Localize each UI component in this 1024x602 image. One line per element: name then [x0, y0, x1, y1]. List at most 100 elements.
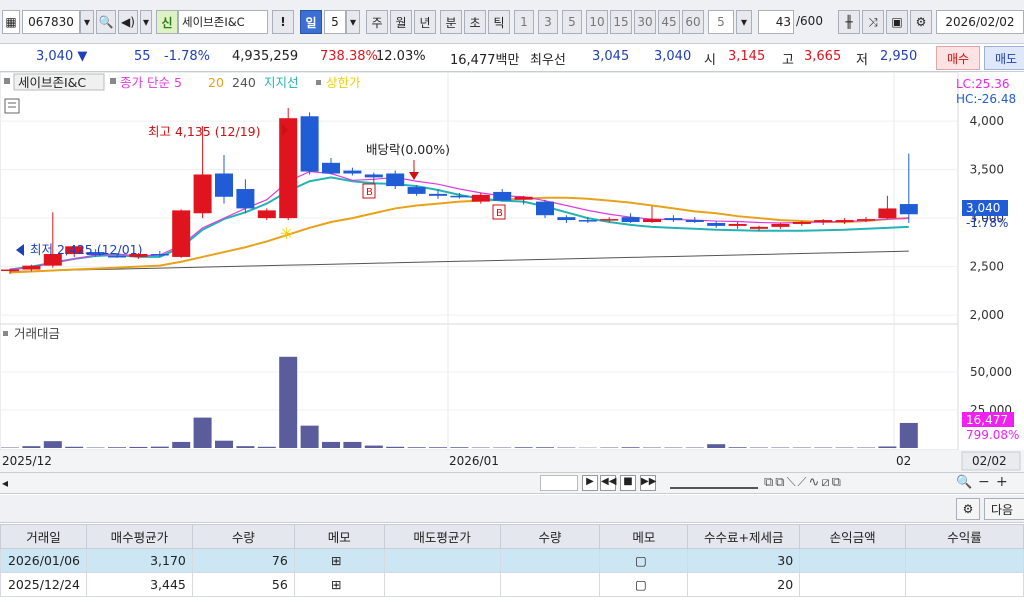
interval-15[interactable]: 15 [610, 10, 632, 34]
period-day-tab[interactable]: 일 [300, 10, 322, 34]
cursor-date: 02/02 [972, 454, 1007, 468]
search-zoom-icon[interactable]: 🔍 [956, 475, 972, 490]
interval-45[interactable]: 45 [658, 10, 680, 34]
chart-scrollbar[interactable]: ◂ ▶ ◀◀ ■ ▶▶ ⧉⧉⟍⟋∿⧄⧉ 🔍 − + [0, 472, 1024, 494]
speaker-icon[interactable]: ◀) [118, 10, 138, 34]
bar-count-input[interactable]: 43 [758, 10, 794, 34]
indicator-icon[interactable]: ⤨ [862, 10, 884, 34]
cell-sell-qty [499, 548, 601, 573]
col-sell-avg[interactable]: 매도평균가 [383, 524, 501, 549]
cell-buy-avg: 3,445 [85, 572, 193, 597]
zoom-slider[interactable] [670, 477, 758, 489]
interval-3[interactable]: 3 [538, 10, 558, 34]
alert-icon[interactable]: ! [272, 10, 294, 34]
period-dropdown-icon[interactable]: ▾ [346, 10, 360, 34]
col-buy-qty[interactable]: 수량 [191, 524, 295, 549]
table-header-row: 거래일 매수평균가 수량 메모 매도평균가 수량 메모 수수료+제세금 손익금액… [0, 524, 1024, 549]
low-price: 2,950 [880, 49, 918, 64]
save-icon[interactable]: ▣ [886, 10, 908, 34]
candle [215, 173, 233, 197]
interval-60[interactable]: 60 [682, 10, 704, 34]
volume-bar [300, 425, 319, 448]
play-icon[interactable]: ▶ [582, 475, 598, 491]
legend-upper: 상한가 [326, 75, 361, 90]
candle-style-icon[interactable]: ╫ [838, 10, 860, 34]
period-year-tab[interactable]: 년 [414, 10, 436, 34]
stop-icon[interactable]: ■ [620, 475, 636, 491]
period-month-tab[interactable]: 월 [390, 10, 412, 34]
col-fee-tax[interactable]: 수수료+제세금 [687, 524, 801, 549]
period-multiplier-input[interactable]: 5 [324, 10, 346, 34]
interval-5[interactable]: 5 [562, 10, 582, 34]
volume-tick-label: 50,000 [970, 365, 1012, 379]
table-row[interactable]: 2026/01/06 3,170 76 ⊞ ▢ 30 [0, 548, 1024, 573]
table-view-icon[interactable] [4, 98, 20, 114]
lc-label: LC:25.36 [956, 77, 1009, 91]
buy-button[interactable]: 매수 [936, 46, 980, 70]
last-price-label: 3,040 [966, 201, 1000, 215]
candle [835, 220, 854, 223]
sell-button[interactable]: 매도 [984, 46, 1024, 70]
interval-10[interactable]: 10 [586, 10, 608, 34]
chart-area[interactable]: 세이브존I&C 종가 단순 5 20 240 지지선 상한가 LC:25.36 … [0, 71, 1024, 472]
col-sell-qty[interactable]: 수량 [499, 524, 601, 549]
volume-bar [215, 440, 233, 448]
period-minute-tab[interactable]: 분 [440, 10, 462, 34]
last-price-pct: -1.78% [966, 216, 1008, 230]
table-row[interactable]: 2025/12/24 3,445 56 ⊞ ▢ 20 [0, 572, 1024, 597]
scroll-left-icon[interactable]: ◂ [2, 476, 8, 490]
memo-icon[interactable]: ⊞ [293, 572, 385, 597]
col-buy-memo[interactable]: 메모 [293, 524, 385, 549]
gear-icon[interactable]: ⚙ [910, 10, 932, 34]
price-chart-svg[interactable]: 세이브존I&C 종가 단순 5 20 240 지지선 상한가 LC:25.36 … [0, 71, 1024, 472]
table-gear-icon[interactable]: ⚙ [956, 498, 980, 520]
col-return[interactable]: 수익률 [905, 524, 1024, 549]
chart-menu-icon[interactable]: ▦ [2, 10, 20, 34]
stock-code-input[interactable]: 067830 [22, 10, 80, 34]
candle [728, 223, 747, 226]
col-pnl[interactable]: 손익금액 [799, 524, 907, 549]
zoom-out-icon[interactable]: − [978, 474, 990, 490]
col-sell-memo[interactable]: 메모 [599, 524, 689, 549]
candle [857, 219, 875, 221]
low-label: 저 [856, 53, 868, 68]
price-tick-label: 3,500 [970, 163, 1004, 177]
drawing-tools-icons[interactable]: ⧉⧉⟍⟋∿⧄⧉ [764, 475, 843, 490]
bar-count-total: /600 [796, 14, 823, 28]
volume-bar [257, 446, 276, 448]
scroll-thumb[interactable] [540, 475, 578, 491]
volume-bar [236, 446, 255, 448]
memo-icon[interactable]: ▢ [599, 548, 689, 573]
memo-icon[interactable]: ▢ [599, 572, 689, 597]
memo-icon[interactable]: ⊞ [293, 548, 385, 573]
interval-custom-input[interactable]: 5 [708, 10, 734, 34]
rewind-icon[interactable]: ◀◀ [600, 475, 616, 491]
credit-badge[interactable]: 신 [156, 10, 178, 34]
candle [792, 222, 811, 224]
buy-marker-icon[interactable]: B [492, 204, 506, 220]
period-second-tab[interactable]: 초 [464, 10, 486, 34]
search-icon[interactable]: 🔍 [96, 10, 116, 34]
col-buy-avg[interactable]: 매수평균가 [85, 524, 193, 549]
candle [707, 222, 726, 226]
interval-30[interactable]: 30 [634, 10, 656, 34]
buy-marker-icon[interactable]: B [362, 183, 376, 199]
date-input[interactable]: 2026/02/02 [936, 10, 1024, 34]
candle [899, 204, 918, 215]
cell-fee-tax: 20 [687, 572, 801, 597]
zoom-in-icon[interactable]: + [996, 474, 1008, 490]
interval-1[interactable]: 1 [514, 10, 534, 34]
stock-name-field[interactable]: 세이브존I&C [178, 10, 268, 34]
interval-dropdown-icon[interactable]: ▾ [736, 10, 752, 34]
period-tick-tab[interactable]: 틱 [488, 10, 510, 34]
x-label-jan: 2026/01 [449, 454, 499, 468]
cell-pnl [799, 548, 907, 573]
candle [257, 210, 276, 219]
next-button[interactable]: 다음 [984, 498, 1024, 520]
speaker-dropdown-icon[interactable]: ▾ [140, 10, 152, 34]
candle [429, 193, 447, 196]
fast-forward-icon[interactable]: ▶▶ [640, 475, 656, 491]
col-trade-date[interactable]: 거래일 [0, 524, 87, 549]
code-dropdown-icon[interactable]: ▾ [80, 10, 94, 34]
period-week-tab[interactable]: 주 [366, 10, 388, 34]
